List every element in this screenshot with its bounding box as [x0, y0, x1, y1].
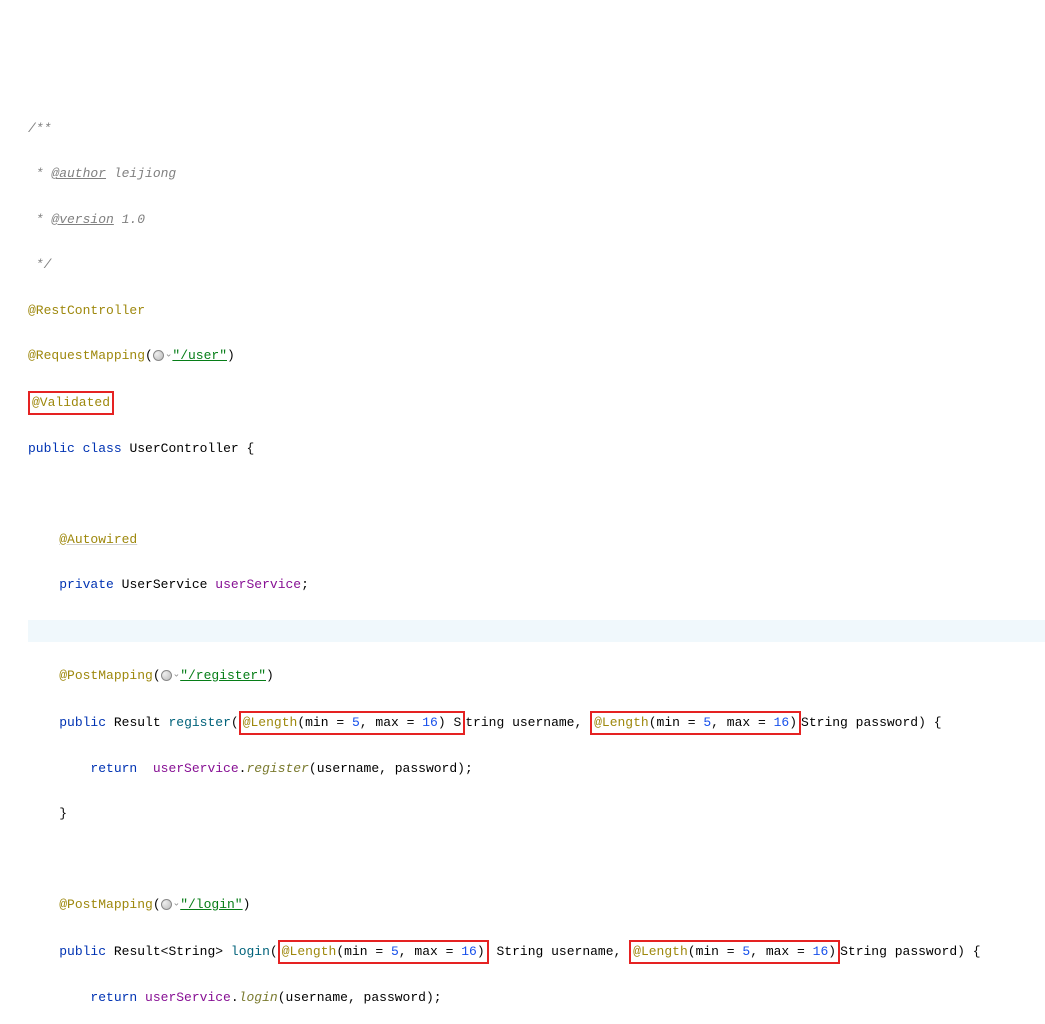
- param-password: password: [895, 944, 957, 959]
- annotation-reqmap: @RequestMapping: [28, 348, 145, 363]
- code-line: @RestController: [28, 300, 1045, 323]
- field-userservice: userService: [153, 761, 239, 776]
- type-result: Result: [114, 944, 161, 959]
- code-line: [28, 620, 1045, 643]
- code-line: public Result<String> login(@Length(min …: [28, 940, 1045, 964]
- param-password: password: [364, 990, 426, 1005]
- param-username: username: [286, 990, 348, 1005]
- param-min: min: [344, 944, 367, 959]
- param-min: min: [696, 944, 719, 959]
- highlight-box-length: @Length(min = 5, max = 16): [278, 940, 489, 964]
- num-16: 16: [422, 715, 438, 730]
- highlight-box-length: @Length(min = 5, max = 16) S: [239, 711, 466, 735]
- code-line: /**: [28, 118, 1045, 141]
- kw-class: class: [83, 441, 122, 456]
- code-line: * @author leijiong: [28, 163, 1045, 186]
- annotation-postmap: @PostMapping: [59, 668, 153, 683]
- annotation-rest: @RestController: [28, 303, 145, 318]
- num-5: 5: [391, 944, 399, 959]
- call-register: register: [246, 761, 308, 776]
- code-line: [28, 483, 1045, 506]
- comment-text: */: [28, 257, 51, 272]
- code-line: public class UserController {: [28, 438, 1045, 461]
- string-register: "/register": [180, 668, 266, 683]
- code-line: [28, 849, 1045, 872]
- code-line: @Autowired: [28, 529, 1045, 552]
- param-min: min: [305, 715, 328, 730]
- code-line: return userService.login(username, passw…: [28, 987, 1045, 1010]
- kw-public: public: [59, 715, 106, 730]
- annotation-validated: @Validated: [32, 395, 110, 410]
- num-16: 16: [774, 715, 790, 730]
- annotation-length: @Length: [633, 944, 688, 959]
- annotation-length: @Length: [282, 944, 337, 959]
- code-line: * @version 1.0: [28, 209, 1045, 232]
- param-min: min: [657, 715, 680, 730]
- num-5: 5: [703, 715, 711, 730]
- highlight-box-length: @Length(min = 5, max = 16): [629, 940, 840, 964]
- annotation-length: @Length: [243, 715, 298, 730]
- code-line: @RequestMapping(⌄"/user"): [28, 345, 1045, 368]
- code-line: @PostMapping(⌄"/register"): [28, 665, 1045, 688]
- param-max: max: [414, 944, 437, 959]
- param-username: username: [551, 944, 613, 959]
- method-register: register: [168, 715, 230, 730]
- code-line: @PostMapping(⌄"/login"): [28, 894, 1045, 917]
- num-5: 5: [742, 944, 750, 959]
- type-string: String: [168, 944, 215, 959]
- annotation-postmap: @PostMapping: [59, 897, 153, 912]
- code-line: @Validated: [28, 391, 1045, 415]
- param-max: max: [727, 715, 750, 730]
- highlight-box-length: @Length(min = 5, max = 16): [590, 711, 801, 735]
- field-userservice: userService: [145, 990, 231, 1005]
- annotation-autowired: @Autowired: [59, 532, 137, 547]
- kw-public: public: [59, 944, 106, 959]
- string-login: "/login": [180, 897, 242, 912]
- chevron-down-icon[interactable]: ⌄: [173, 899, 181, 909]
- globe-icon[interactable]: [153, 350, 164, 361]
- chevron-down-icon[interactable]: ⌄: [173, 670, 181, 680]
- kw-public: public: [28, 441, 75, 456]
- code-editor[interactable]: /** * @author leijiong * @version 1.0 */…: [0, 95, 1045, 1024]
- annotation-length: @Length: [594, 715, 649, 730]
- param-password: password: [856, 715, 918, 730]
- call-login: login: [239, 990, 278, 1005]
- kw-return: return: [90, 761, 137, 776]
- comment-text: /**: [28, 121, 51, 136]
- highlight-box-validated: @Validated: [28, 391, 114, 415]
- param-max: max: [375, 715, 398, 730]
- num-5: 5: [352, 715, 360, 730]
- doc-author-val: leijiong: [106, 166, 176, 181]
- code-line: return userService.register(username, pa…: [28, 758, 1045, 781]
- kw-return: return: [90, 990, 137, 1005]
- param-username: username: [317, 761, 379, 776]
- method-login: login: [231, 944, 270, 959]
- code-line: public Result register(@Length(min = 5, …: [28, 711, 1045, 735]
- param-password: password: [395, 761, 457, 776]
- num-16: 16: [461, 944, 477, 959]
- doc-version-val: 1.0: [114, 212, 145, 227]
- param-username: username: [512, 715, 574, 730]
- type-result: Result: [114, 715, 161, 730]
- code-line: private UserService userService;: [28, 574, 1045, 597]
- param-max: max: [766, 944, 789, 959]
- string-user: "/user": [172, 348, 227, 363]
- doc-author-tag: @author: [51, 166, 106, 181]
- code-line: }: [28, 803, 1045, 826]
- field-userservice: userService: [215, 577, 301, 592]
- type-userservice: UserService: [122, 577, 208, 592]
- class-name: UserController: [129, 441, 238, 456]
- globe-icon[interactable]: [161, 899, 172, 910]
- code-line: */: [28, 254, 1045, 277]
- kw-private: private: [59, 577, 114, 592]
- globe-icon[interactable]: [161, 670, 172, 681]
- num-16: 16: [813, 944, 829, 959]
- doc-version-tag: @version: [51, 212, 113, 227]
